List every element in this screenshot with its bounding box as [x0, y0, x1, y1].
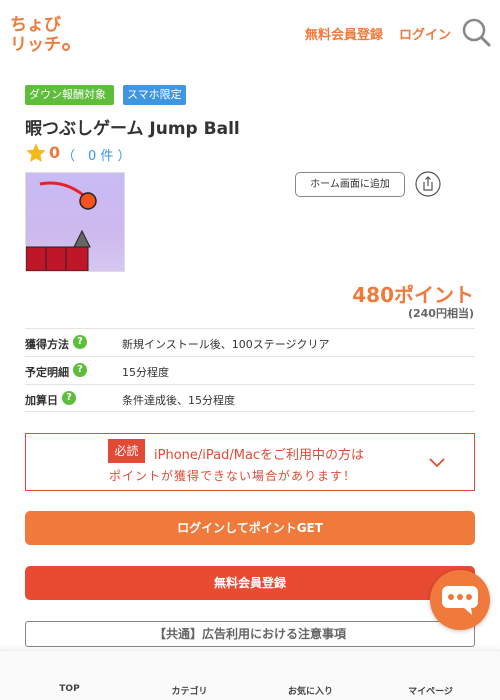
- help-icon[interactable]: ?: [73, 335, 87, 349]
- info-row-schedule: 予定明細 ? 15分程度: [25, 356, 475, 384]
- nav-label: TOP: [59, 684, 80, 694]
- info-label: 獲得方法: [25, 338, 69, 351]
- nav-label: お気に入り: [287, 687, 333, 697]
- rating-score: 0: [49, 143, 61, 162]
- badge-down-reward: ダウン報酬対象: [25, 85, 114, 105]
- chat-button[interactable]: [430, 570, 490, 630]
- help-icon[interactable]: ?: [62, 391, 76, 405]
- review-count-link[interactable]: （ 0 件 ）: [62, 145, 131, 164]
- notice-text-line1: iPhone/iPad/Macをご利用中の方は: [154, 448, 365, 463]
- search-icon[interactable]: [461, 17, 491, 47]
- header-login-link[interactable]: ログイン: [399, 24, 451, 43]
- must-read-tag: 必読: [108, 439, 145, 463]
- info-value: 新規インストール後、100ステージクリア: [122, 338, 330, 351]
- nav-favorites[interactable]: お気に入り: [248, 651, 373, 700]
- ad-caution-link[interactable]: 【共通】広告利用における注意事項: [25, 621, 475, 647]
- logo[interactable]: ちょび リッチ: [10, 13, 72, 53]
- reward-points: 480ポイント: [352, 283, 474, 307]
- chevron-down-icon[interactable]: [429, 456, 445, 468]
- badge-smartphone-only: スマホ限定: [123, 85, 186, 105]
- offer-title: 暇つぶしゲーム Jump Ball: [25, 119, 240, 139]
- logo-icon: ちょび リッチ: [10, 15, 70, 53]
- ios-notice-panel[interactable]: 必読 iPhone/iPad/Macをご利用中の方は ポイントが獲得できない場合…: [25, 433, 475, 491]
- app-thumbnail: [25, 172, 125, 272]
- login-get-points-button[interactable]: ログインしてポイントGET: [25, 511, 475, 545]
- header: ちょび リッチ 無料会員登録 ログイン: [0, 0, 500, 66]
- info-label: 加算日: [25, 394, 58, 407]
- info-value: 15分程度: [122, 366, 169, 379]
- star-icon: [26, 143, 46, 162]
- share-icon[interactable]: [415, 171, 441, 197]
- info-value: 条件達成後、15分程度: [122, 394, 235, 407]
- svg-text:ちょび: ちょび: [10, 15, 61, 35]
- add-to-home-button[interactable]: ホーム画面に追加: [295, 172, 405, 197]
- svg-text:リッチ: リッチ: [10, 35, 61, 53]
- reward-yen-equivalent: (240円相当): [407, 307, 474, 320]
- offer-info-table: 獲得方法 ? 新規インストール後、100ステージクリア 予定明細 ? 15分程度…: [25, 328, 475, 412]
- bottom-nav: TOP カテゴリ お気に入り マイページ: [0, 650, 500, 700]
- header-register-link[interactable]: 無料会員登録: [305, 24, 383, 43]
- notice-text-line2: ポイントが獲得できない場合があります！: [109, 469, 357, 483]
- nav-label: カテゴリ: [171, 687, 208, 697]
- info-row-method: 獲得方法 ? 新規インストール後、100ステージクリア: [25, 328, 475, 356]
- nav-mypage[interactable]: マイページ: [368, 651, 493, 700]
- free-register-button[interactable]: 無料会員登録: [25, 566, 475, 600]
- nav-label: マイページ: [408, 687, 453, 697]
- info-label: 予定明細: [25, 366, 69, 379]
- chat-icon: [442, 586, 478, 615]
- nav-category[interactable]: カテゴリ: [127, 651, 252, 700]
- nav-top[interactable]: TOP: [7, 651, 132, 700]
- help-icon[interactable]: ?: [73, 363, 87, 377]
- info-row-credit-date: 加算日 ? 条件達成後、15分程度: [25, 384, 475, 412]
